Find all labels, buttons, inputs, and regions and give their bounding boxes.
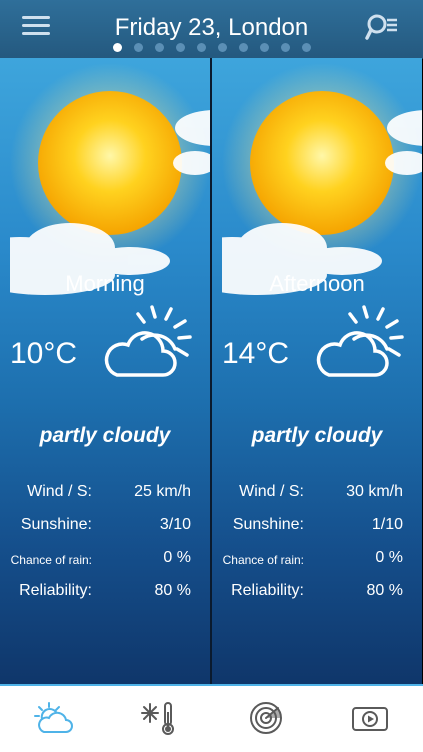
snow-thermometer-icon	[141, 702, 174, 735]
page-dot[interactable]	[217, 43, 227, 52]
stat-value: 0 %	[375, 549, 403, 566]
tab-video[interactable]	[349, 700, 391, 736]
page-dot[interactable]	[301, 43, 311, 52]
top-bar: Friday 23, London	[0, 0, 423, 59]
temperature: 14°C	[222, 337, 290, 370]
page-dot[interactable]	[259, 43, 269, 52]
sun-illustration	[10, 63, 210, 295]
stat-wind: Wind / S: 30 km/h	[212, 483, 422, 516]
bottom-tab-bar	[0, 684, 423, 752]
tab-snow-temperature[interactable]	[138, 700, 180, 736]
temperature: 10°C	[10, 337, 78, 370]
page-dot[interactable]	[175, 43, 185, 52]
weather-partly-cloudy-icon	[34, 702, 73, 733]
page-dot[interactable]	[133, 43, 143, 52]
stat-label: Wind / S:	[239, 483, 304, 500]
partly-cloudy-icon	[104, 305, 192, 377]
stat-value: 80 %	[154, 582, 191, 599]
page-dot[interactable]	[154, 43, 164, 52]
stat-value: 0 %	[163, 549, 191, 566]
search-list-icon[interactable]	[365, 12, 399, 42]
stat-label: Reliability:	[231, 582, 304, 599]
forecast-panel-morning[interactable]: Morning 10°C partly cloudy Wind / S: 25 …	[0, 58, 210, 684]
stat-label: Chance of rain:	[10, 553, 92, 567]
stat-sunshine: Sunshine: 1/10	[212, 516, 422, 549]
stat-label: Wind / S:	[27, 483, 92, 500]
stat-rain: Chance of rain: 0 %	[212, 549, 422, 582]
forecast-panel-afternoon[interactable]: Afternoon 14°C partly cloudy Wind / S: 3…	[212, 58, 422, 684]
partly-cloudy-icon	[316, 305, 404, 377]
stat-rain: Chance of rain: 0 %	[0, 549, 210, 582]
condition-text: partly cloudy	[39, 424, 171, 447]
stat-label: Reliability:	[19, 582, 92, 599]
stat-value: 1/10	[371, 516, 403, 533]
tab-radar[interactable]	[245, 700, 287, 736]
stats-list: Wind / S: 30 km/h Sunshine: 1/10 Chance …	[212, 483, 422, 615]
page-dot[interactable]	[196, 43, 206, 52]
stat-value: 80 %	[366, 582, 403, 599]
stat-value: 3/10	[159, 516, 191, 533]
video-play-icon	[352, 707, 388, 731]
stat-label: Sunshine:	[232, 516, 304, 533]
stat-label: Sunshine:	[20, 516, 92, 533]
page-dot[interactable]	[112, 43, 122, 52]
stat-label: Chance of rain:	[222, 553, 304, 567]
stats-list: Wind / S: 25 km/h Sunshine: 3/10 Chance …	[0, 483, 210, 615]
stat-wind: Wind / S: 25 km/h	[0, 483, 210, 516]
page-title: Friday 23, London	[114, 14, 309, 41]
sun-illustration	[222, 63, 422, 295]
stat-reliability: Reliability: 80 %	[212, 582, 422, 615]
tab-forecast[interactable]	[32, 700, 74, 736]
period-label: Morning	[65, 271, 145, 296]
page-dot[interactable]	[238, 43, 248, 52]
radar-icon	[250, 702, 282, 734]
stat-sunshine: Sunshine: 3/10	[0, 516, 210, 549]
page-indicator[interactable]	[0, 43, 423, 52]
stat-value: 30 km/h	[346, 483, 403, 500]
stat-reliability: Reliability: 80 %	[0, 582, 210, 615]
condition-text: partly cloudy	[251, 424, 383, 447]
page-dot[interactable]	[280, 43, 290, 52]
period-label: Afternoon	[269, 271, 365, 296]
stat-value: 25 km/h	[134, 483, 191, 500]
